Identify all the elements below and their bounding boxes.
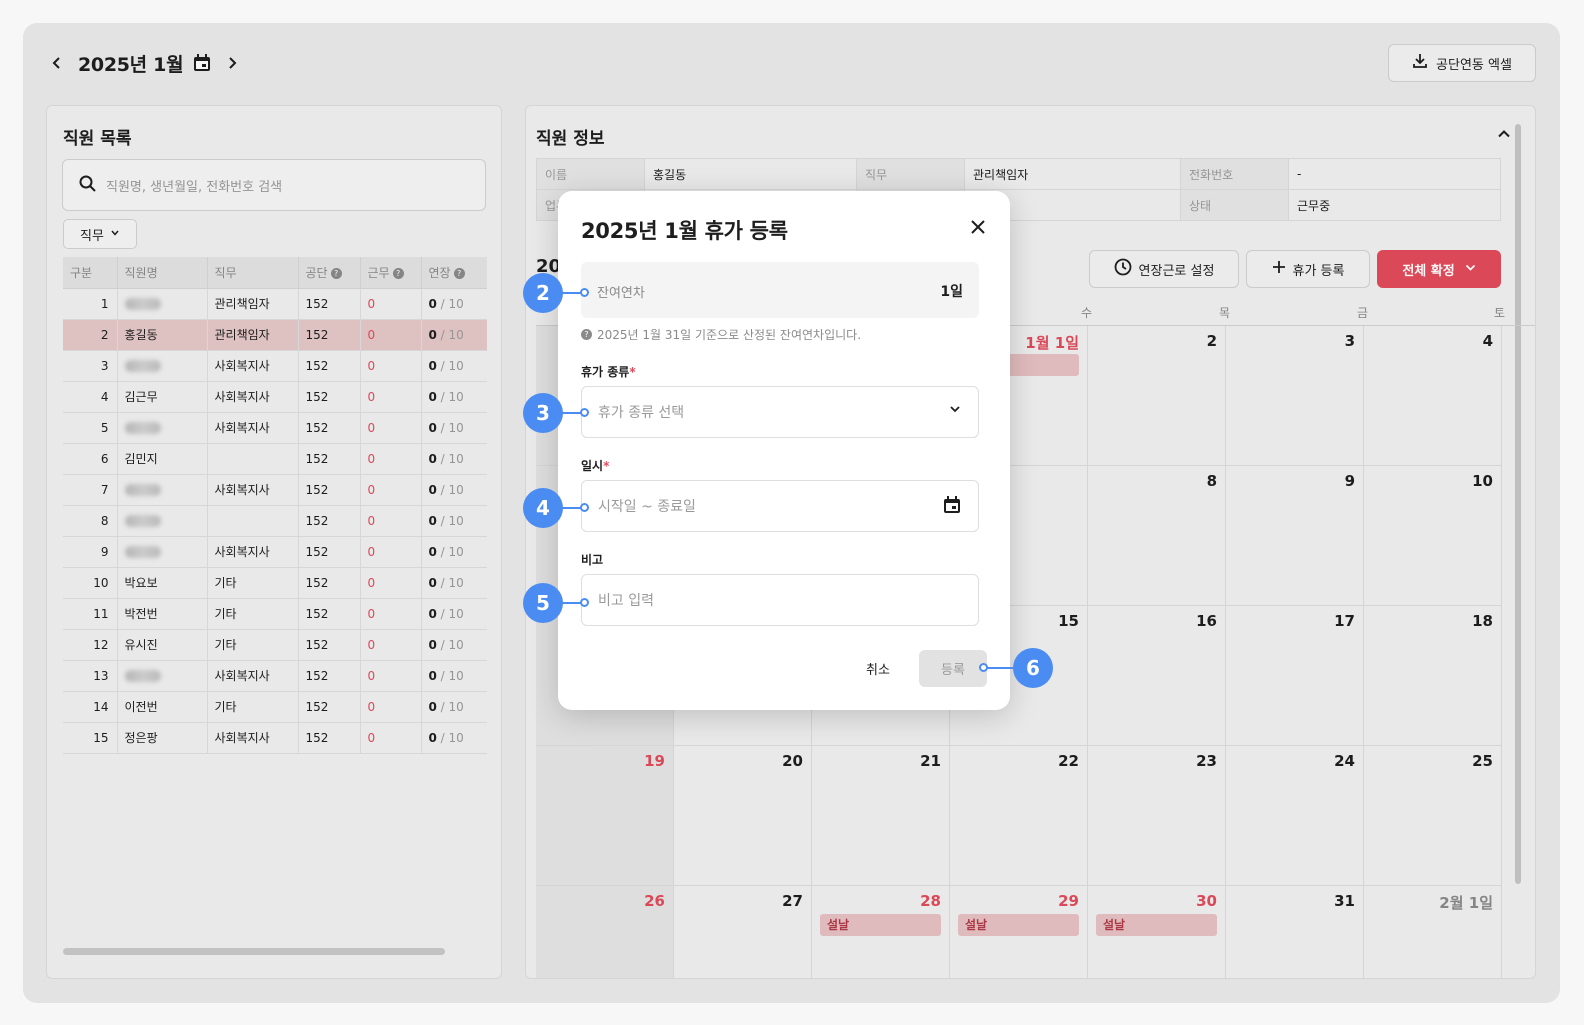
date-range-placeholder: 시작일 ~ 종료일 (598, 499, 696, 515)
marker-dot (580, 598, 589, 607)
remaining-leave-box: 잔여연차 1일 (581, 262, 979, 318)
marker-dot (979, 663, 988, 672)
marker-connector (985, 667, 1015, 669)
memo-input[interactable]: 비고 입력 (581, 574, 979, 626)
annotation-marker-4: 4 (523, 488, 563, 528)
annotation-marker-5: 5 (523, 583, 563, 623)
calendar-icon[interactable] (942, 495, 962, 519)
annotation-marker-2: 2 (523, 273, 563, 313)
memo-label: 비고 (581, 553, 604, 567)
annotation-marker-3: 3 (523, 393, 563, 433)
leave-type-select[interactable]: 휴가 종류 선택 (581, 386, 979, 438)
required-mark: * (603, 459, 610, 473)
remaining-leave-value: 1일 (940, 284, 963, 300)
leave-type-placeholder: 휴가 종류 선택 (598, 405, 685, 421)
submit-button[interactable]: 등록 (919, 650, 987, 687)
leave-type-label: 휴가 종류* (581, 363, 636, 380)
date-label: 일시* (581, 457, 609, 474)
date-range-input[interactable]: 시작일 ~ 종료일 (581, 480, 979, 532)
leave-register-modal: 2025년 1월 휴가 등록 잔여연차 1일 ? 2025년 1월 31일 기준… (558, 191, 1010, 710)
marker-dot (580, 408, 589, 417)
close-icon[interactable] (970, 219, 986, 239)
modal-title: 2025년 1월 휴가 등록 (581, 219, 788, 243)
annotation-marker-6: 6 (1013, 648, 1053, 688)
required-mark: * (629, 365, 636, 379)
marker-dot (580, 503, 589, 512)
remaining-leave-note: ? 2025년 1월 31일 기준으로 산정된 잔여연차입니다. (581, 326, 861, 343)
leave-type-label-text: 휴가 종류 (581, 365, 630, 379)
chevron-down-icon (948, 402, 962, 420)
remaining-leave-label: 잔여연차 (597, 286, 645, 301)
marker-dot (580, 288, 589, 297)
memo-placeholder: 비고 입력 (598, 593, 654, 609)
remaining-leave-note-text: 2025년 1월 31일 기준으로 산정된 잔여연차입니다. (597, 328, 862, 342)
info-icon: ? (581, 329, 592, 340)
date-label-text: 일시 (581, 459, 604, 473)
cancel-button[interactable]: 취소 (853, 651, 903, 685)
